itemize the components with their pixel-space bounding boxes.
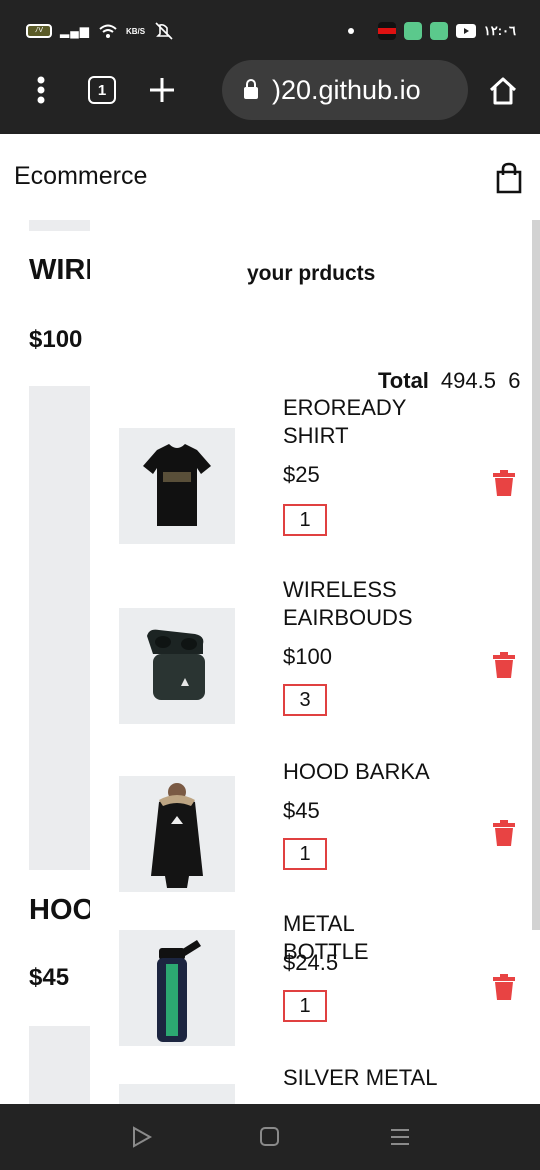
menu-dots-icon[interactable] [26, 74, 56, 106]
system-nav-bar [0, 1104, 540, 1170]
shopping-bag-icon[interactable] [496, 162, 522, 194]
flag-icon [377, 22, 396, 40]
product-name: HOOD BARKA [283, 759, 430, 784]
product-name: EROREADY SHIRT [283, 395, 407, 448]
bg-product-price: $100 [29, 326, 83, 353]
address-bar[interactable]: )20.github.io [222, 60, 468, 120]
browser-toolbar: 1 )20.github.io [0, 56, 540, 134]
trash-icon[interactable] [493, 974, 515, 1000]
trash-icon[interactable] [493, 470, 515, 496]
tab-count: 1 [97, 81, 107, 99]
back-triangle-icon[interactable] [131, 1126, 153, 1148]
product-image [119, 608, 235, 724]
product-price: $25 [283, 462, 320, 487]
status-bar: ﾉV ▂▄▆ KB/S ١٢:٠٦ [0, 0, 540, 56]
clock: ١٢:٠٦ [483, 23, 516, 38]
tabs-icon[interactable]: 1 [88, 76, 116, 104]
android-icon [429, 22, 448, 40]
home-square-icon[interactable] [259, 1126, 281, 1148]
product-name: WIRELESS EAIRBOUDS [283, 577, 413, 630]
quantity-field[interactable]: 1 [283, 504, 327, 536]
quantity-field[interactable]: 1 [283, 838, 327, 870]
product-price: $24.5 [283, 950, 339, 975]
mute-icon [155, 22, 173, 40]
signal-icon: ▂▄▆ [60, 24, 90, 38]
product-image [119, 428, 235, 544]
youtube-icon [455, 24, 476, 38]
bg-product-price: $45 [29, 964, 70, 991]
total-value: 494.5 [440, 368, 496, 393]
app-title[interactable]: Ecommerce [14, 162, 147, 191]
battery-icon: ﾉV [26, 24, 52, 38]
trash-icon[interactable] [493, 652, 515, 678]
product-image [119, 776, 235, 892]
dot-icon [347, 28, 354, 34]
quantity-field[interactable]: 3 [283, 684, 327, 716]
main-content: WIRI $100 HOO $45 your prducts Total 494.… [0, 220, 540, 1104]
plus-icon[interactable] [146, 74, 178, 106]
phone-icon [403, 22, 422, 40]
wifi-icon [99, 24, 117, 38]
total-count: 6 [508, 368, 521, 393]
recents-lines-icon[interactable] [389, 1126, 411, 1148]
product-price: $100 [283, 644, 332, 669]
product-price: $45 [283, 798, 320, 823]
cart-drawer: your prducts Total 494.5 6 EROREADY SHIRT… [90, 220, 534, 1104]
lock-icon [244, 79, 258, 99]
trash-icon[interactable] [493, 820, 515, 846]
home-icon[interactable] [486, 74, 520, 108]
total-label: Total [378, 368, 429, 393]
bg-product-image [29, 386, 90, 870]
product-image [119, 930, 235, 1046]
product-name: SILVER METAL [283, 1065, 438, 1090]
bg-product-name: WIRI [29, 254, 90, 286]
app-header: Ecommerce [0, 134, 540, 220]
network-speed: KB/S [125, 26, 146, 36]
cart-total: Total 494.5 6 [378, 368, 520, 394]
product-image [119, 1084, 235, 1104]
cart-title: your prducts [247, 262, 376, 285]
bg-product-name: HOO [29, 894, 90, 926]
bg-product-image [29, 1026, 90, 1104]
drawer-scrollbar[interactable] [532, 220, 540, 930]
bg-product-image [29, 220, 90, 231]
quantity-field[interactable]: 1 [283, 990, 327, 1022]
url-text: )20.github.io [272, 74, 421, 105]
